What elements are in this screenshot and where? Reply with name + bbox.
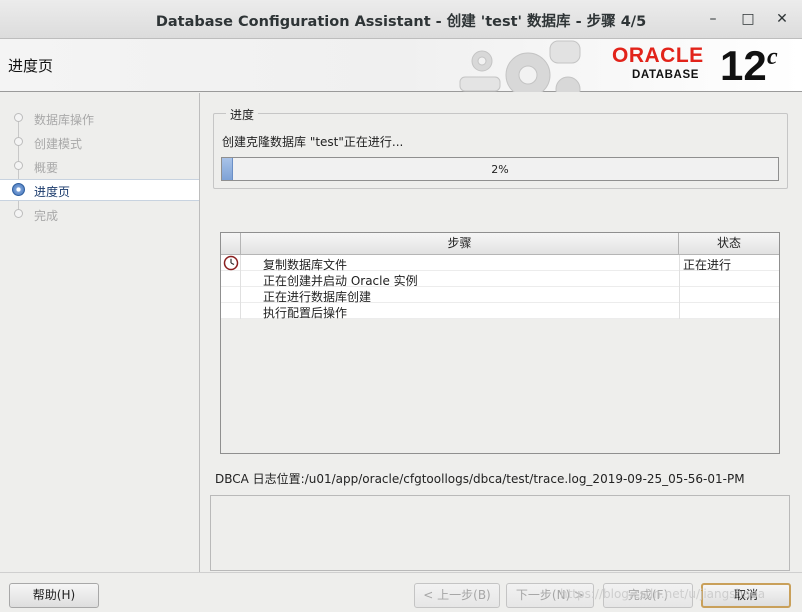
version-suffix: c [767,44,778,70]
oracle-logo: ORACLE DATABASE [612,44,704,82]
table-row[interactable]: 执行配置后操作 [221,303,779,320]
row-icon-cell [221,287,241,303]
table-row[interactable]: 复制数据库文件 正在进行 [221,255,779,272]
footer-divider [0,572,802,573]
step-status [679,271,779,287]
step-status [679,287,779,303]
version-number: 12 [720,42,767,89]
clock-icon [223,255,239,271]
oracle-product-text: DATABASE [632,69,699,81]
nav-item-progress-page[interactable]: 进度页 [0,179,199,201]
close-button[interactable]: ✕ [772,9,792,29]
current-step-icon [12,183,25,196]
gears-decoration-icon [459,40,581,92]
progress-group-label: 进度 [226,106,259,123]
step-status: 正在进行 [679,255,779,272]
log-location-text[interactable]: DBCA 日志位置:/u01/app/oracle/cfgtoollogs/db… [215,470,745,487]
step-status [679,303,779,319]
step-name: 执行配置后操作 [263,306,348,320]
nav-item-finish[interactable]: 完成 [0,204,199,226]
table-header-status[interactable]: 状态 [679,233,779,255]
nav-item-label: 创建模式 [34,137,83,151]
table-header-icon [221,233,241,255]
nav-item-label: 数据库操作 [34,113,95,127]
nav-item-label: 完成 [34,209,59,223]
table-header-step[interactable]: 步骤 [241,233,679,255]
window-title: Database Configuration Assistant - 创建 't… [155,14,647,30]
step-dot-icon [14,161,23,170]
nav-item-label: 进度页 [34,185,71,199]
detail-text-area[interactable] [210,495,790,571]
nav-item-label: 概要 [34,161,59,175]
progress-percent-text: 2% [491,163,509,176]
wizard-header: 进度页 ORACLE DATABASE [0,39,802,92]
back-button[interactable]: < 上一步(B) [414,583,500,608]
help-button[interactable]: 帮助(H) [9,583,99,608]
row-icon-cell [221,303,241,319]
progress-status-text: 创建克隆数据库 "test"正在进行... [222,135,404,149]
step-dot-icon [14,209,23,218]
maximize-button[interactable]: □ [738,9,758,29]
step-dot-icon [14,137,23,146]
steps-table[interactable]: 步骤 状态 复制数据库文件 正在进行 正在创建并启动 Oracle 实例 正在进… [220,232,780,454]
table-row[interactable]: 正在创建并启动 Oracle 实例 [221,271,779,288]
minimize-button[interactable]: – [703,9,723,29]
step-dot-icon [14,113,23,122]
table-row[interactable]: 正在进行数据库创建 [221,287,779,304]
row-icon-cell [221,271,241,287]
page-title: 进度页 [8,57,54,75]
oracle-brand-text: ORACLE [612,44,704,67]
window-title-bar[interactable]: Database Configuration Assistant - 创建 't… [0,0,802,39]
nav-item-summary[interactable]: 概要 [0,156,199,178]
nav-item-database-operation[interactable]: 数据库操作 [0,108,199,130]
nav-item-creation-mode[interactable]: 创建模式 [0,132,199,154]
watermark-text: https://blog.csdn.net/u/jiangshaoa [560,587,766,601]
row-icon-cell [221,255,241,271]
progress-bar: 2% [221,157,779,181]
